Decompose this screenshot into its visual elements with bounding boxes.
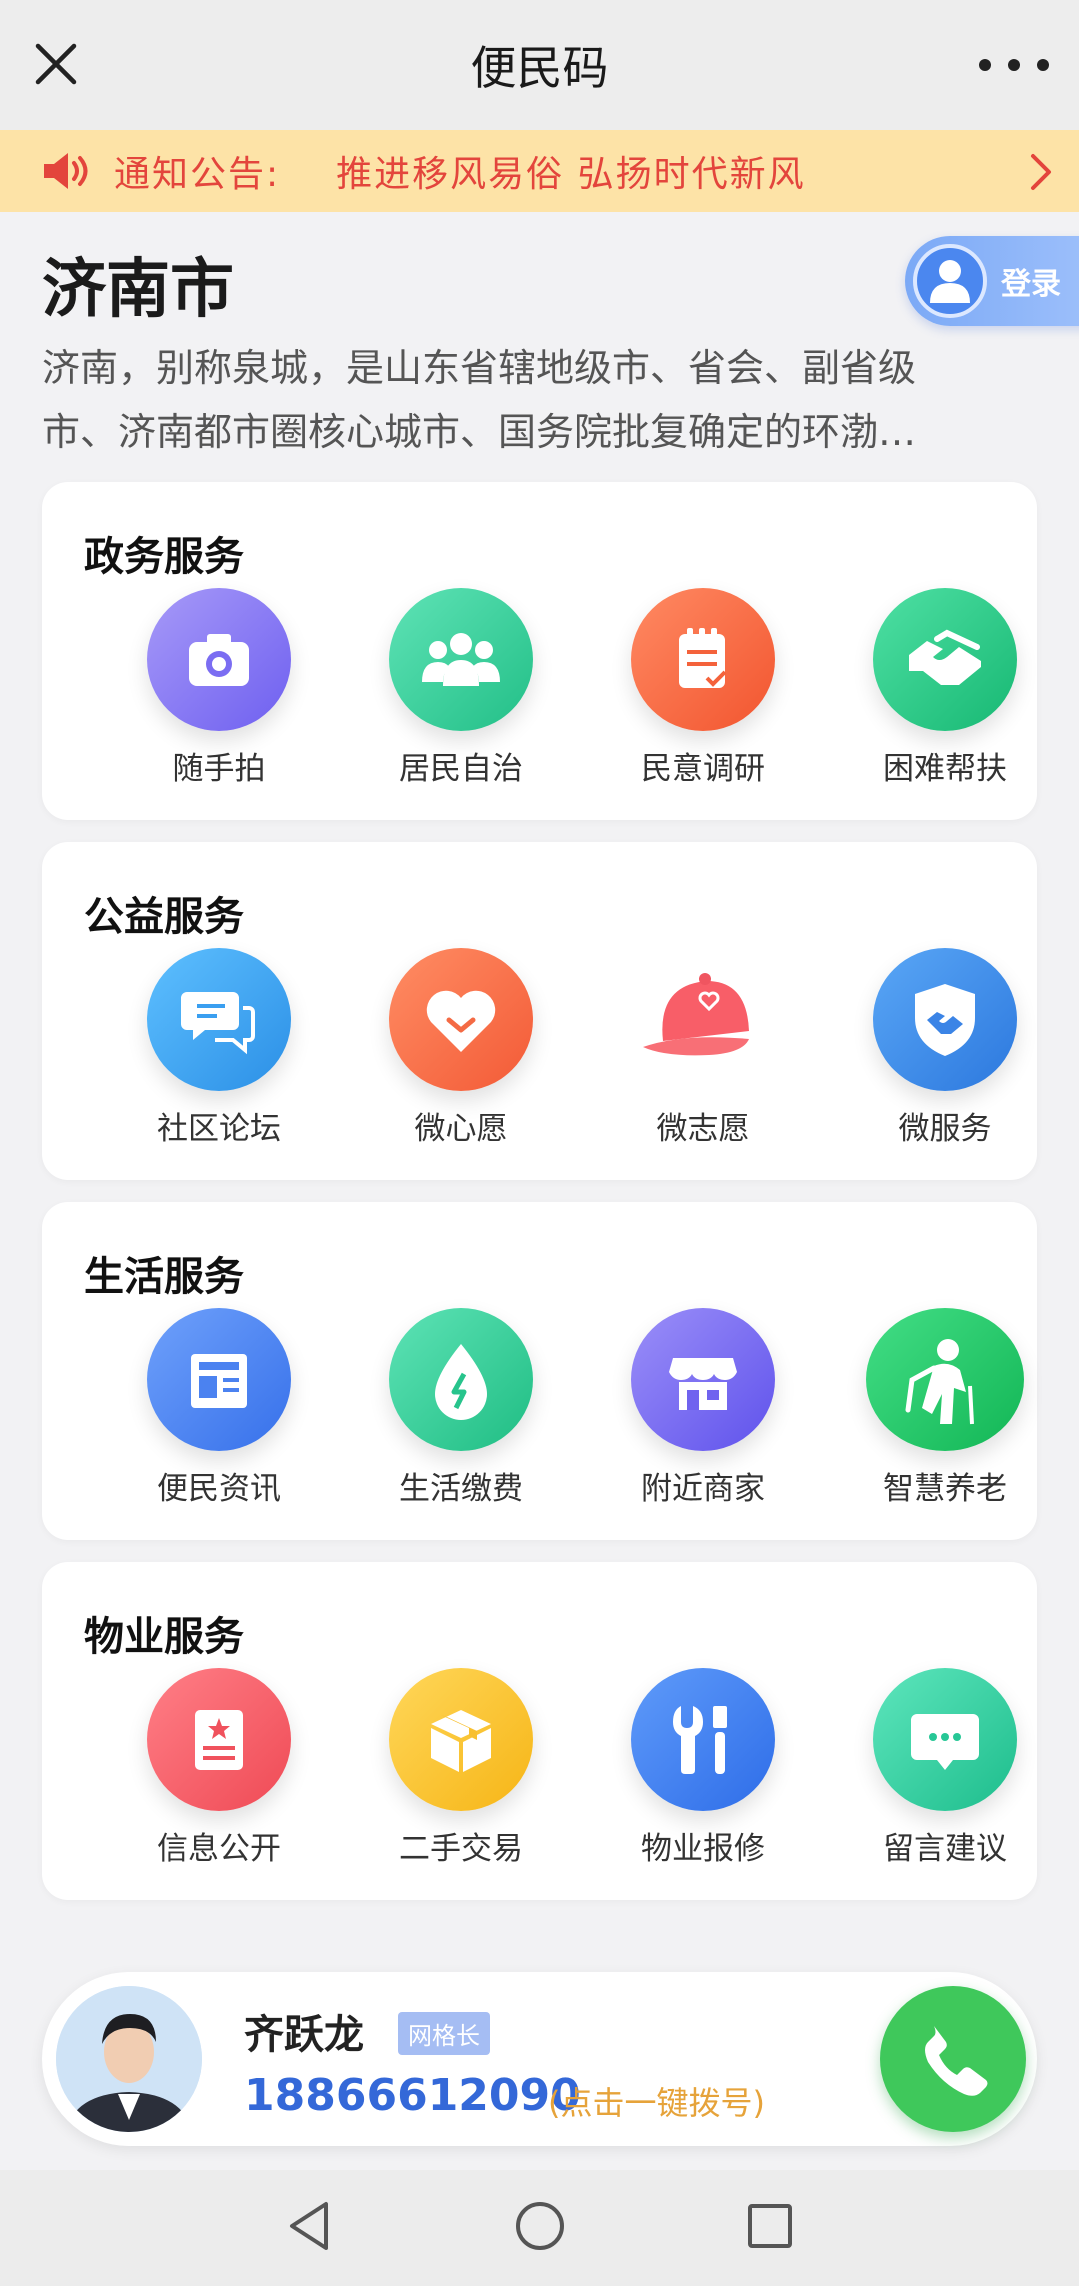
title-bar: 便民码 (0, 0, 1079, 130)
login-label: 登录 (1001, 267, 1061, 302)
city-intro: 济南，别称泉城，是山东省辖地级市、省会、副省级 市、济南都市圈核心城市、国务院批… (42, 336, 1042, 464)
message-icon (873, 1668, 1017, 1811)
section-title: 公益服务 (84, 894, 244, 940)
service-item-news[interactable]: 便民资讯 (119, 1308, 319, 1508)
service-item-micro-volunteer[interactable]: 微志愿 (603, 948, 803, 1148)
cap-icon (631, 948, 775, 1091)
recents-icon[interactable] (740, 2196, 800, 2256)
camera-icon (147, 588, 291, 731)
section-gov-services: 政务服务 随手拍 居民自治 民意调研 困难帮扶 (42, 482, 1037, 820)
people-icon (389, 588, 533, 731)
role-badge: 网格长 (398, 2012, 490, 2055)
service-item-second-hand[interactable]: 二手交易 (361, 1668, 561, 1868)
service-item-survey[interactable]: 民意调研 (603, 588, 803, 788)
user-icon (913, 244, 987, 318)
notice-message[interactable]: 推进移风易俗 弘扬时代新风 (336, 145, 805, 197)
heart-icon (389, 948, 533, 1091)
chat-icon (147, 948, 291, 1091)
document-icon (147, 1668, 291, 1811)
service-label: 微服务 (898, 1111, 992, 1147)
service-label: 留言建议 (883, 1831, 1007, 1867)
grid-manager-card[interactable]: 齐跃龙 网格长 18866612090 (点击一键拨号) (42, 1972, 1037, 2146)
service-label: 附近商家 (641, 1471, 765, 1507)
section-title: 生活服务 (84, 1254, 244, 1300)
section-title: 政务服务 (84, 534, 244, 580)
handshake-icon (873, 588, 1017, 731)
service-item-micro-wish[interactable]: 微心愿 (361, 948, 561, 1148)
service-label: 生活缴费 (399, 1471, 523, 1507)
service-label: 随手拍 (172, 751, 266, 787)
section-public-welfare: 公益服务 社区论坛 微心愿 微志愿 微服务 (42, 842, 1037, 1180)
service-label: 物业报修 (641, 1831, 765, 1867)
service-label: 便民资讯 (157, 1471, 281, 1507)
avatar (56, 1986, 202, 2132)
speaker-icon (44, 153, 88, 189)
service-label: 信息公开 (157, 1831, 281, 1867)
store-icon (631, 1308, 775, 1451)
call-button[interactable] (880, 1986, 1026, 2132)
city-intro-line: 市、济南都市圈核心城市、国务院批复确定的环渤… (42, 410, 917, 454)
service-item-smart-elderly-care[interactable]: 智慧养老 (845, 1308, 1045, 1508)
back-icon[interactable] (280, 2196, 340, 2256)
service-label: 微心愿 (414, 1111, 508, 1147)
manager-name: 齐跃龙 (244, 2012, 364, 2058)
repair-icon (631, 1668, 775, 1811)
service-label: 微志愿 (656, 1111, 750, 1147)
service-label: 居民自治 (399, 751, 523, 787)
service-item-bill-payment[interactable]: 生活缴费 (361, 1308, 561, 1508)
service-item-info-disclosure[interactable]: 信息公开 (119, 1668, 319, 1868)
phone-icon (925, 2026, 988, 2096)
chevron-right-icon[interactable] (1025, 150, 1055, 194)
news-icon (147, 1308, 291, 1451)
service-item-hardship-aid[interactable]: 困难帮扶 (845, 588, 1045, 788)
notice-label: 通知公告: (114, 154, 281, 195)
box-icon (389, 1668, 533, 1811)
service-item-snapshot[interactable]: 随手拍 (119, 588, 319, 788)
bill-icon (389, 1308, 533, 1451)
service-item-feedback[interactable]: 留言建议 (845, 1668, 1045, 1868)
service-item-nearby-stores[interactable]: 附近商家 (603, 1308, 803, 1508)
system-nav-bar (0, 2170, 1079, 2286)
home-icon[interactable] (510, 2196, 570, 2256)
service-label: 社区论坛 (157, 1111, 281, 1147)
service-item-resident-autonomy[interactable]: 居民自治 (361, 588, 561, 788)
service-item-community-forum[interactable]: 社区论坛 (119, 948, 319, 1148)
more-icon[interactable] (979, 40, 1049, 90)
manager-phone[interactable]: 18866612090 (244, 2070, 581, 2121)
service-label: 二手交易 (399, 1831, 523, 1867)
page-title: 便民码 (470, 41, 609, 95)
elderly-icon (866, 1308, 1024, 1451)
dial-hint: (点击一键拨号) (548, 2084, 765, 2122)
section-title: 物业服务 (84, 1614, 244, 1660)
section-life-services: 生活服务 便民资讯 生活缴费 附近商家 智慧养老 (42, 1202, 1037, 1540)
survey-icon (631, 588, 775, 731)
login-button[interactable]: 登录 (905, 236, 1079, 326)
service-label: 民意调研 (641, 751, 765, 787)
section-property-services: 物业服务 信息公开 二手交易 物业报修 留言建议 (42, 1562, 1037, 1900)
close-icon[interactable] (28, 36, 84, 92)
shield-icon (873, 948, 1017, 1091)
service-item-micro-service[interactable]: 微服务 (845, 948, 1045, 1148)
city-name: 济南市 (42, 253, 234, 327)
service-label: 智慧养老 (883, 1471, 1007, 1507)
city-intro-line: 济南，别称泉城，是山东省辖地级市、省会、副省级 (42, 346, 917, 390)
notice-bar[interactable]: 通知公告: 推进移风易俗 弘扬时代新风 (0, 130, 1079, 212)
service-item-property-repair[interactable]: 物业报修 (603, 1668, 803, 1868)
service-label: 困难帮扶 (883, 751, 1007, 787)
